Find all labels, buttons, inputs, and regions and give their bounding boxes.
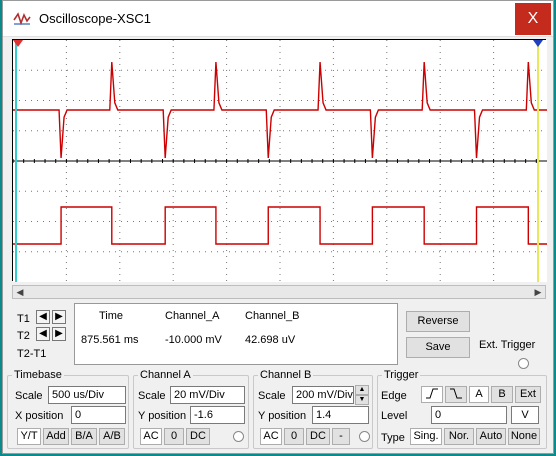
scope-display — [12, 39, 547, 282]
time-value: 875.561 ms — [81, 334, 139, 346]
channel-a-terminal-icon[interactable] — [233, 431, 244, 442]
scroll-right-icon[interactable]: ▶ — [531, 286, 545, 298]
col-time: Time — [99, 310, 124, 322]
trigger-type-auto-button[interactable]: Auto — [476, 428, 506, 445]
channel-a-zero-button[interactable]: 0 — [164, 428, 184, 445]
edge-label: Edge — [381, 390, 407, 402]
channel-b-dc-button[interactable]: DC — [306, 428, 330, 445]
ext-trigger-label: Ext. Trigger — [479, 339, 536, 351]
channel-a-ypos-field[interactable]: -1.6 — [190, 406, 245, 424]
t1-label: T1 — [17, 313, 30, 325]
x-position-field[interactable]: 0 — [71, 406, 126, 424]
channel-b-ypos-field[interactable]: 1.4 — [312, 406, 369, 424]
trigger-type-single-button[interactable]: Sing. — [410, 428, 442, 445]
t2-right-arrow-icon[interactable]: ▶ — [52, 327, 66, 341]
channel-a-legend: Channel A — [140, 369, 191, 381]
trigger-type-normal-button[interactable]: Nor. — [444, 428, 474, 445]
type-label: Type — [381, 432, 405, 444]
channel-b-scale-field[interactable]: 200 mV/Div — [292, 386, 354, 404]
falling-edge-button[interactable] — [445, 386, 467, 403]
channel-b-scale-label: Scale — [258, 390, 286, 402]
channel-a-ac-button[interactable]: AC — [140, 428, 162, 445]
measurement-table: Time Channel_A Channel_B 875.561 ms -10.… — [74, 303, 398, 365]
falling-edge-icon — [450, 388, 462, 399]
horizontal-scrollbar[interactable]: ◀ ▶ — [12, 285, 546, 299]
channel-b-zero-button[interactable]: 0 — [284, 428, 304, 445]
scroll-left-icon[interactable]: ◀ — [13, 286, 27, 298]
mode-add-button[interactable]: Add — [43, 428, 69, 445]
channel-a-scale-label: Scale — [138, 390, 166, 402]
channel-b-legend: Channel B — [260, 369, 312, 381]
oscilloscope-app-icon — [13, 12, 31, 26]
close-button[interactable]: X — [515, 3, 551, 35]
mode-ab-button[interactable]: A/B — [99, 428, 125, 445]
t2-t1-label: T2-T1 — [17, 348, 47, 360]
oscilloscope-window: Oscilloscope-XSC1 X ◀ ▶ T1 ◀ ▶ T2 ◀ ▶ T2… — [2, 0, 554, 454]
col-channel-a: Channel_A — [165, 310, 220, 322]
t1-right-arrow-icon[interactable]: ▶ — [52, 310, 66, 324]
rising-edge-button[interactable] — [421, 386, 443, 403]
cursor-1-marker-icon[interactable] — [13, 40, 23, 47]
trigger-source-a-button[interactable]: A — [469, 386, 489, 403]
cursor-2-marker-icon[interactable] — [533, 40, 543, 47]
t2-label: T2 — [17, 330, 30, 342]
timebase-scale-field[interactable]: 500 us/Div — [48, 386, 126, 404]
window-title: Oscilloscope-XSC1 — [39, 11, 151, 26]
level-label: Level — [381, 410, 408, 422]
channel-b-scale-up-icon[interactable]: ▲ — [355, 385, 369, 395]
mode-ba-button[interactable]: B/A — [71, 428, 97, 445]
save-button[interactable]: Save — [406, 337, 470, 358]
channel-b-terminal-icon[interactable] — [359, 431, 370, 442]
scope-waveforms — [13, 40, 547, 282]
channel-a-ypos-label: Y position — [138, 410, 187, 422]
t2-left-arrow-icon[interactable]: ◀ — [36, 327, 50, 341]
channel-b-invert-button[interactable]: - — [332, 428, 350, 445]
trigger-legend: Trigger — [384, 369, 419, 381]
trigger-source-b-button[interactable]: B — [491, 386, 513, 403]
channel-b-ypos-label: Y position — [258, 410, 307, 422]
timebase-legend: Timebase — [14, 369, 62, 381]
trigger-level-field[interactable]: 0 — [431, 406, 507, 424]
cursor-readout-panel: T1 ◀ ▶ T2 ◀ ▶ T2-T1 Time Channel_A Chann… — [12, 301, 546, 369]
channel-a-scale-field[interactable]: 20 mV/Div — [170, 386, 245, 404]
title-bar[interactable]: Oscilloscope-XSC1 X — [3, 1, 553, 37]
ext-trigger-terminal-icon[interactable] — [518, 358, 529, 369]
t1-left-arrow-icon[interactable]: ◀ — [36, 310, 50, 324]
x-position-label: X position — [15, 410, 64, 422]
reverse-button[interactable]: Reverse — [406, 311, 470, 332]
col-channel-b: Channel_B — [245, 310, 300, 322]
channel-b-ac-button[interactable]: AC — [260, 428, 282, 445]
rising-edge-icon — [426, 388, 438, 399]
channel-a-value: -10.000 mV — [165, 334, 222, 346]
trigger-level-unit[interactable]: V — [511, 406, 539, 424]
timebase-scale-label: Scale — [15, 390, 43, 402]
trigger-type-none-button[interactable]: None — [508, 428, 540, 445]
channel-b-scale-down-icon[interactable]: ▼ — [355, 395, 369, 405]
channel-b-value: 42.698 uV — [245, 334, 296, 346]
trigger-source-ext-button[interactable]: Ext — [515, 386, 541, 403]
mode-yt-button[interactable]: Y/T — [17, 428, 41, 445]
channel-a-dc-button[interactable]: DC — [186, 428, 210, 445]
